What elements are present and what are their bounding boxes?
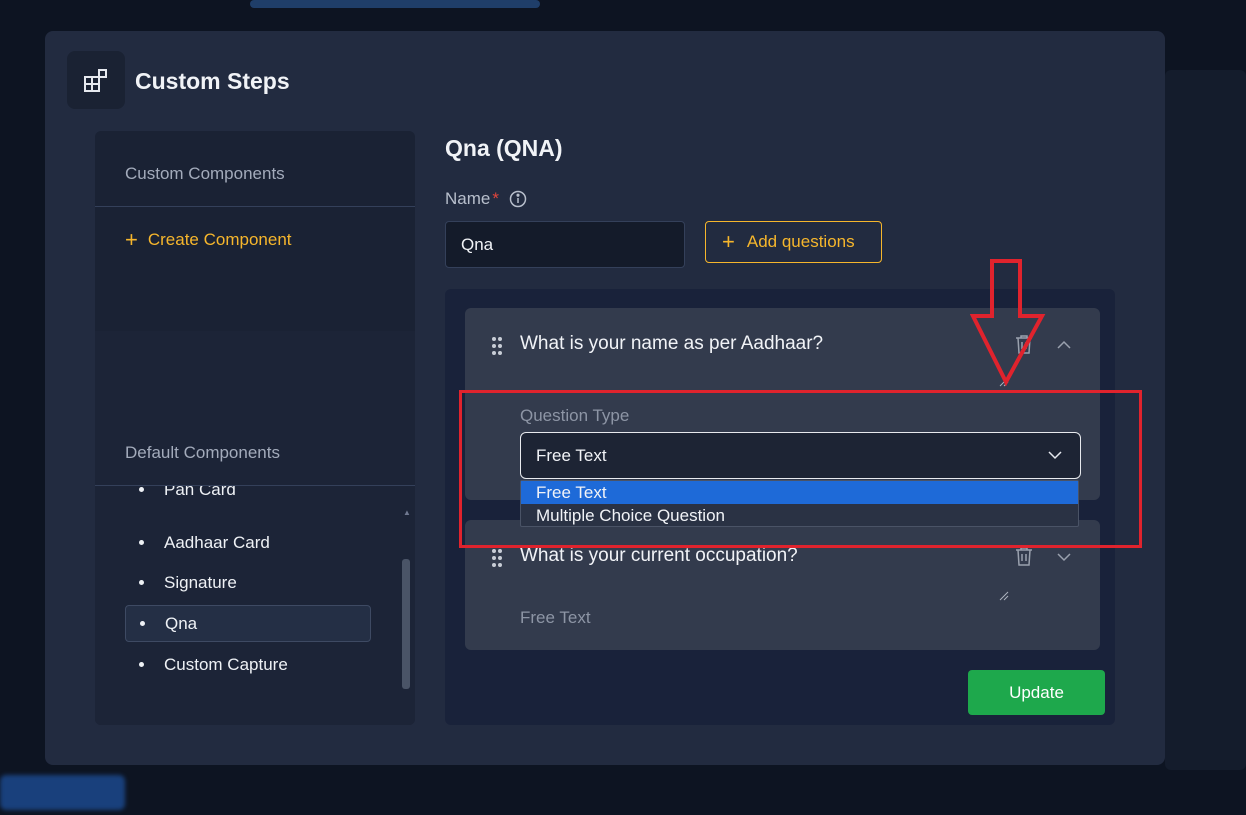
bullet-icon [139,580,144,585]
list-item[interactable]: Pan Card [125,486,371,508]
required-mark: * [492,189,499,208]
info-icon[interactable] [509,190,527,208]
chevron-down-icon[interactable] [1056,549,1072,567]
name-input[interactable] [445,221,685,268]
name-label-text: Name [445,189,491,208]
components-icon [67,51,125,109]
plus-icon: + [125,227,138,252]
list-item[interactable]: Aadhaar Card [125,524,371,561]
scroll-up-icon[interactable]: ▲ [403,508,411,517]
question-text[interactable]: What is your name as per Aadhaar? [520,333,823,355]
list-item[interactable]: Signature [125,564,371,601]
bullet-icon [140,621,145,626]
plus-icon: + [722,229,735,254]
annotation-highlight-box [459,390,1142,548]
scrollbar-thumb[interactable] [402,559,410,689]
resize-handle-icon[interactable] [999,588,1009,606]
list-item-label: Qna [165,613,198,633]
list-item-label: Signature [164,572,237,592]
custom-components-title: Custom Components [125,164,285,183]
list-item-active[interactable]: Qna [125,605,371,642]
drag-handle-icon[interactable] [491,336,503,361]
component-heading: Qna (QNA) [445,135,563,161]
background-blur-bar [250,0,540,8]
list-item-label: Custom Capture [164,654,288,674]
default-components-title: Default Components [125,443,280,462]
drag-handle-icon[interactable] [491,548,503,573]
list-item-label: Pan Card [164,486,236,499]
add-questions-label: Add questions [746,232,855,251]
bullet-icon [139,662,144,667]
background-panel [1165,70,1246,770]
bullet-icon [139,487,144,492]
name-label: Name * [445,189,527,209]
background-blur-button [0,775,125,810]
annotation-arrow-icon [970,259,1046,387]
create-component-label: Create Component [147,230,292,249]
bullet-icon [139,540,144,545]
create-component-button[interactable]: + Create Component [125,229,292,251]
add-questions-button[interactable]: + Add questions [705,221,882,263]
delete-icon[interactable] [1015,546,1033,571]
list-item-label: Aadhaar Card [164,532,270,552]
update-button[interactable]: Update [968,670,1105,715]
modal-title: Custom Steps [135,68,290,94]
list-item[interactable]: Custom Capture [125,646,371,683]
chevron-up-icon[interactable] [1056,337,1072,355]
question-type-value: Free Text [520,608,591,627]
default-components-list: Pan Card Aadhaar Card Signature Qna Cust… [125,486,371,701]
question-text[interactable]: What is your current occupation? [520,545,798,567]
divider [95,206,415,207]
